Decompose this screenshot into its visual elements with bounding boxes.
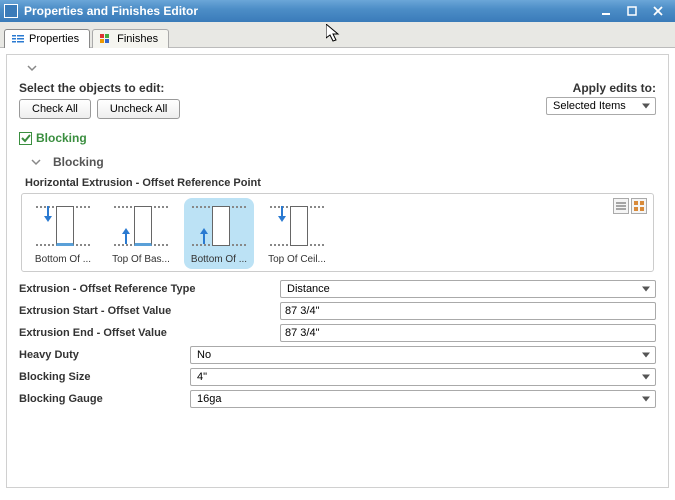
tab-finishes[interactable]: Finishes — [92, 29, 169, 48]
tab-properties-label: Properties — [29, 33, 79, 45]
blocking-gauge-select[interactable]: 16ga — [190, 390, 656, 408]
start-value-label: Extrusion Start - Offset Value — [19, 305, 274, 317]
end-value-label: Extrusion End - Offset Value — [19, 327, 274, 339]
blocking-checkbox-row[interactable]: Blocking — [19, 131, 656, 145]
tab-bar: Properties Finishes — [0, 22, 675, 48]
select-objects-label: Select the objects to edit: — [19, 81, 180, 95]
maximize-button[interactable] — [619, 3, 645, 19]
app-icon — [4, 4, 18, 18]
chevron-down-icon — [27, 63, 37, 73]
check-buttons-row: Check All Uncheck All — [19, 99, 180, 119]
start-value-input[interactable] — [280, 302, 656, 320]
ref-type-select[interactable]: Distance — [280, 280, 656, 298]
blocking-size-label: Blocking Size — [19, 371, 184, 383]
offset-ref-picker: Bottom Of ... Top Of Bas... Bottom Of ..… — [21, 193, 654, 272]
properties-icon — [11, 33, 25, 45]
ref-type-label: Extrusion - Offset Reference Type — [19, 283, 274, 295]
ref-option-label: Bottom Of ... — [28, 254, 98, 265]
collapse-toggle-top[interactable] — [19, 61, 656, 79]
finishes-icon — [99, 33, 113, 45]
row-heavy-duty: Heavy Duty No — [19, 346, 656, 364]
end-value-input[interactable] — [280, 324, 656, 342]
ref-option-1[interactable]: Top Of Bas... — [106, 198, 176, 269]
content-panel: Select the objects to edit: Check All Un… — [6, 54, 669, 488]
checkbox-checked-icon — [19, 132, 32, 145]
work-area: Select the objects to edit: Check All Un… — [0, 48, 675, 494]
heavy-duty-label: Heavy Duty — [19, 349, 184, 361]
apply-edits-select[interactable]: Selected Items — [546, 97, 656, 115]
close-button[interactable] — [645, 3, 671, 19]
tab-properties[interactable]: Properties — [4, 29, 90, 48]
ref-option-label: Bottom Of ... — [184, 254, 254, 265]
ref-option-0[interactable]: Bottom Of ... — [28, 198, 98, 269]
row-ref-type: Extrusion - Offset Reference Type Distan… — [19, 280, 656, 298]
ref-option-label: Top Of Bas... — [106, 254, 176, 265]
minimize-button[interactable] — [593, 3, 619, 19]
window-title: Properties and Finishes Editor — [24, 4, 593, 18]
blocking-size-select[interactable]: 4" — [190, 368, 656, 386]
section-title: Blocking — [53, 155, 104, 169]
offset-ref-group-label: Horizontal Extrusion - Offset Reference … — [25, 177, 656, 189]
title-bar: Properties and Finishes Editor — [0, 0, 675, 22]
chevron-down-icon — [31, 157, 41, 167]
blocking-checkbox-label: Blocking — [36, 131, 87, 145]
grid-view-icon[interactable] — [631, 198, 647, 214]
heavy-duty-select[interactable]: No — [190, 346, 656, 364]
top-row: Select the objects to edit: Check All Un… — [19, 79, 656, 129]
row-start-value: Extrusion Start - Offset Value — [19, 302, 656, 320]
apply-edits-label: Apply edits to: — [546, 81, 656, 95]
list-view-icon[interactable] — [613, 198, 629, 214]
section-header-blocking[interactable]: Blocking — [19, 149, 656, 175]
row-blocking-gauge: Blocking Gauge 16ga — [19, 390, 656, 408]
row-blocking-size: Blocking Size 4" — [19, 368, 656, 386]
row-end-value: Extrusion End - Offset Value — [19, 324, 656, 342]
ref-option-label: Top Of Ceil... — [262, 254, 332, 265]
uncheck-all-button[interactable]: Uncheck All — [97, 99, 180, 119]
check-all-button[interactable]: Check All — [19, 99, 91, 119]
ref-option-3[interactable]: Top Of Ceil... — [262, 198, 332, 269]
ref-option-2[interactable]: Bottom Of ... — [184, 198, 254, 269]
blocking-gauge-label: Blocking Gauge — [19, 393, 184, 405]
tab-finishes-label: Finishes — [117, 33, 158, 45]
